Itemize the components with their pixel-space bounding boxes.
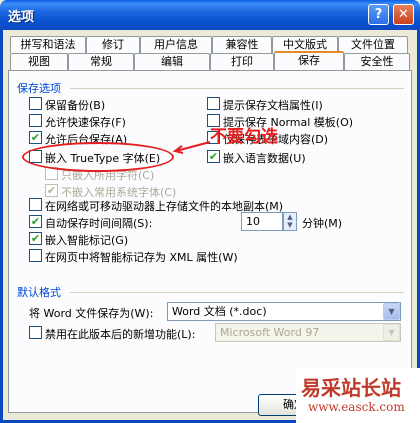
default-format-title: 默认格式 (17, 286, 61, 299)
autosave-label: 自动保存时间间隔(S): (45, 217, 153, 230)
fast-save-checkbox[interactable] (29, 114, 42, 127)
disable-features-checkbox[interactable] (29, 326, 42, 339)
local-copy-checkbox[interactable] (29, 198, 42, 211)
keep-backup-label: 保留备份(B) (45, 99, 106, 112)
help-button[interactable]: ? (368, 4, 389, 25)
annotation-text: 不要勾选 (210, 127, 278, 147)
tab-track-changes[interactable]: 修订 (86, 36, 140, 53)
tab-spelling-grammar[interactable]: 拼写和语法 (10, 36, 86, 53)
tab-user-info[interactable]: 用户信息 (140, 36, 212, 53)
autosave-checkbox[interactable]: ✔ (29, 215, 42, 228)
tab-general[interactable]: 常规 (68, 53, 134, 70)
autosave-minutes-input[interactable]: 10 (241, 212, 283, 231)
fast-save-label: 允许快速保存(F) (45, 116, 126, 129)
embed-language-data-label: 嵌入语言数据(U) (223, 152, 306, 165)
tab-edit[interactable]: 编辑 (134, 53, 210, 70)
tab-print[interactable]: 打印 (210, 53, 274, 70)
watermark-title: 易采站长站 (301, 376, 401, 400)
save-as-select[interactable]: Word 文档 (*.doc) (167, 302, 401, 321)
close-button[interactable]: ✕ (393, 4, 414, 25)
prompt-doc-properties-checkbox[interactable] (207, 97, 220, 110)
save-options-title: 保存选项 (17, 82, 61, 95)
section-divider (70, 292, 404, 293)
title-bar: 选项 ? ✕ (0, 0, 420, 30)
disable-features-select[interactable]: Microsoft Word 97 (215, 323, 401, 342)
chevron-down-icon[interactable]: ▼ (383, 324, 400, 341)
smart-tags-xml-checkbox[interactable] (29, 249, 42, 262)
tab-save[interactable]: 保存 (274, 51, 344, 71)
tab-security[interactable]: 安全性 (344, 53, 410, 70)
embed-smart-tags-label: 嵌入智能标记(G) (45, 234, 129, 247)
no-embed-system-fonts-checkbox[interactable]: ✔ (45, 184, 58, 197)
autosave-unit-label: 分钟(M) (302, 217, 343, 230)
tab-file-locations[interactable]: 文件位置 (338, 36, 408, 53)
section-divider (70, 88, 404, 89)
chevron-down-icon[interactable]: ▼ (383, 303, 400, 320)
annotation-arrow (172, 141, 211, 154)
watermark-url: www.easck.com (308, 400, 405, 414)
tab-view[interactable]: 视图 (10, 53, 68, 70)
keep-backup-checkbox[interactable] (29, 97, 42, 110)
prompt-doc-properties-label: 提示保存文档属性(I) (223, 99, 323, 112)
spin-up-icon[interactable]: ▲ (284, 213, 296, 221)
embed-smart-tags-checkbox[interactable]: ✔ (29, 232, 42, 245)
annotation-circle (22, 142, 174, 172)
save-as-label: 将 Word 文件保存为(W): (29, 307, 154, 320)
window-title: 选项 (8, 10, 35, 25)
background-save-checkbox[interactable]: ✔ (29, 131, 42, 144)
tab-compatibility[interactable]: 兼容性 (212, 36, 272, 53)
spin-down-icon[interactable]: ▼ (284, 221, 296, 229)
smart-tags-xml-label: 在网页中将智能标记存为 XML 属性(W) (45, 251, 238, 264)
disable-features-label: 禁用在此版本后的新增功能(L): (45, 328, 196, 341)
autosave-spinner[interactable]: ▲ ▼ (283, 212, 297, 231)
